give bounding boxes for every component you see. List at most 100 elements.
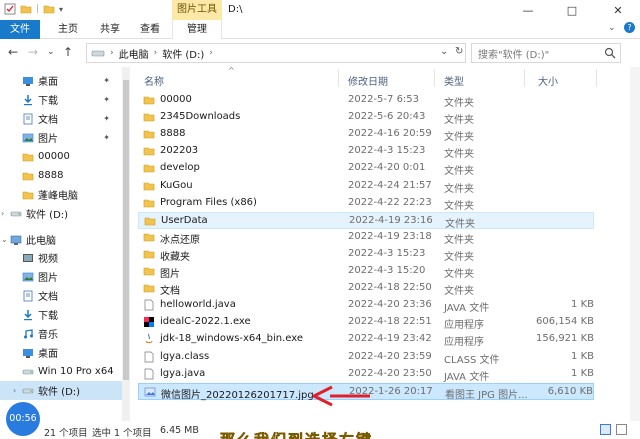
tab-view[interactable]: 查看 [130, 20, 170, 39]
sidebar-item[interactable]: Win 10 Pro x64 [0, 362, 122, 381]
column-divider[interactable] [524, 69, 525, 87]
file-row[interactable]: Program Files (x86) 2022-4-22 22:23 文件夹 [138, 195, 594, 212]
address-bar[interactable]: › 此电脑 › 软件 (D:) › [86, 43, 466, 63]
title-bar: | ▾ 图片工具 D:\ — □ ✕ [0, 0, 640, 20]
file-row[interactable]: develop 2022-4-20 0:01 文件夹 [138, 160, 594, 177]
file-name: 2345Downloads [160, 111, 241, 123]
expand-chevron-icon[interactable]: › [1, 209, 4, 218]
new-folder-icon[interactable] [20, 3, 32, 15]
file-name: 冰点还原 [160, 234, 200, 246]
sidebar-item[interactable]: 下载 ✦ [0, 90, 122, 109]
file-date: 2022-4-20 0:01 [348, 162, 426, 174]
sidebar-item[interactable]: 图片 [0, 267, 122, 286]
window-title: D:\ [228, 4, 243, 15]
properties-icon[interactable] [4, 3, 16, 15]
search-icon[interactable] [604, 47, 616, 59]
file-row[interactable]: idealC-2022.1.exe 2022-4-18 22:51 应用程序 606,… [138, 314, 594, 331]
ribbon-expand-icon[interactable]: ⌄ [608, 23, 616, 33]
breadcrumb-separator-icon: › [153, 48, 158, 58]
pin-icon[interactable]: ✦ [103, 133, 110, 142]
tab-home[interactable]: 主页 [48, 20, 88, 39]
file-row[interactable]: 图片 2022-4-3 15:20 文件夹 [138, 263, 594, 280]
folder-icon [143, 182, 155, 190]
column-divider[interactable] [338, 69, 339, 87]
file-type: 文件夹 [444, 132, 474, 144]
breadcrumb-drive-d[interactable]: 软件 (D:) [162, 46, 204, 61]
file-row[interactable]: lgya.java 2022-4-20 23:50 JAVA 文件 1 KB [138, 366, 594, 383]
file-type: CLASS 文件 [444, 354, 500, 366]
expand-chevron-icon[interactable]: › [13, 386, 16, 395]
tab-file[interactable]: 文件 [0, 20, 40, 39]
sidebar-item-label: 视频 [38, 254, 58, 265]
sidebar-item[interactable]: › 软件 (D:) [0, 204, 122, 223]
forward-arrow-icon[interactable]: → [28, 45, 38, 59]
breadcrumb-this-pc[interactable]: 此电脑 [119, 46, 149, 61]
file-row[interactable]: 文档 2022-4-18 22:50 文件夹 [138, 280, 594, 297]
tab-share[interactable]: 共享 [90, 20, 130, 39]
sidebar-item[interactable]: 蓬峰电脑 [0, 185, 122, 204]
sidebar-item[interactable]: 8888 [0, 166, 122, 185]
file-date: 2022-4-24 21:57 [348, 179, 432, 191]
file-list: 00000 2022-5-7 6:53 文件夹 2345Downloads 2022-5… [130, 92, 630, 412]
sidebar-item[interactable]: › 软件 (D:) [0, 381, 122, 400]
refresh-icon[interactable]: ↻ [455, 46, 463, 57]
drive-icon [91, 50, 105, 57]
maximize-button[interactable]: □ [550, 0, 594, 20]
drive-icon [22, 388, 34, 393]
column-size[interactable]: 大小 [538, 73, 558, 88]
file-row[interactable]: 2345Downloads 2022-5-6 20:43 文件夹 [138, 109, 594, 126]
help-icon[interactable]: ? [624, 22, 635, 33]
pin-icon[interactable]: ✦ [103, 76, 110, 85]
column-name[interactable]: 名称 [144, 73, 164, 88]
address-row: ← → ⌄ ↑ › 此电脑 › 软件 (D:) › ⌄ ↻ 搜索"软件 (D:)… [0, 39, 640, 67]
search-input[interactable]: 搜索"软件 (D:)" [471, 43, 621, 63]
details-view-icon[interactable] [600, 424, 611, 435]
sidebar-item[interactable]: 文档 [0, 286, 122, 305]
column-divider[interactable] [596, 69, 597, 87]
pin-icon[interactable]: ✦ [103, 95, 110, 104]
column-divider[interactable] [434, 69, 435, 87]
file-row[interactable]: UserData 2022-4-19 23:16 文件夹 [138, 211, 594, 230]
file-row[interactable]: helloworld.java 2022-4-20 23:36 JAVA 文件 1 K… [138, 297, 594, 314]
qat-dropdown-icon[interactable]: ▾ [59, 5, 63, 14]
recording-timer: 00:56 [6, 402, 40, 436]
column-date[interactable]: 修改日期 [348, 73, 388, 88]
pin-icon[interactable]: ✦ [103, 114, 110, 123]
sidebar-item[interactable]: 00000 [0, 147, 122, 166]
sidebar-item[interactable]: 图片 ✦ [0, 128, 122, 147]
sidebar-item[interactable]: ⌄ 此电脑 [0, 230, 122, 249]
large-icons-view-icon[interactable] [616, 424, 627, 435]
column-type[interactable]: 类型 [444, 73, 464, 88]
file-row[interactable]: 202203 2022-4-3 15:23 文件夹 [138, 143, 594, 160]
sidebar-item-label: 桌面 [38, 349, 58, 360]
file-row[interactable]: 冰点还原 2022-4-19 23:18 文件夹 [138, 229, 594, 246]
recent-dropdown-icon[interactable]: ⌄ [47, 47, 55, 57]
file-row[interactable]: 8888 2022-4-16 20:59 文件夹 [138, 126, 594, 143]
sidebar-item[interactable]: 桌面 [0, 343, 122, 362]
file-row[interactable]: 收藏夹 2022-4-3 15:23 文件夹 [138, 246, 594, 263]
picture-icon [22, 272, 34, 281]
expand-chevron-icon[interactable]: ⌄ [1, 235, 8, 244]
file-row[interactable]: 00000 2022-5-7 6:53 文件夹 [138, 92, 594, 109]
sidebar-item[interactable]: 文档 ✦ [0, 109, 122, 128]
close-button[interactable]: ✕ [596, 0, 640, 20]
address-dropdown-icon[interactable]: ⌄ [440, 46, 448, 57]
file-row[interactable]: lgya.class 2022-4-20 23:59 CLASS 文件 1 KB [138, 349, 594, 366]
download-icon [24, 94, 32, 105]
back-arrow-icon[interactable]: ← [8, 45, 18, 59]
up-arrow-icon[interactable]: ↑ [63, 45, 73, 59]
file-type: 应用程序 [444, 337, 484, 349]
tab-manage[interactable]: 管理 [172, 20, 222, 39]
file-list-scrollbar[interactable] [630, 67, 640, 427]
sidebar-item-label: 图片 [38, 273, 58, 284]
minimize-button[interactable]: — [506, 0, 550, 20]
sidebar-item[interactable]: 桌面 ✦ [0, 71, 122, 90]
sidebar-item[interactable]: 下载 [0, 305, 122, 324]
breadcrumb-separator-icon: › [110, 48, 114, 58]
music-icon [24, 328, 33, 338]
sidebar-scrollbar-thumb[interactable] [123, 80, 129, 380]
file-row[interactable]: jdk-18_windows-x64_bin.exe 2022-4-19 23:4… [138, 331, 594, 348]
sidebar-item[interactable]: 视频 [0, 248, 122, 267]
file-row[interactable]: KuGou 2022-4-24 21:57 文件夹 [138, 178, 594, 195]
sidebar-item[interactable]: 音乐 [0, 324, 122, 343]
